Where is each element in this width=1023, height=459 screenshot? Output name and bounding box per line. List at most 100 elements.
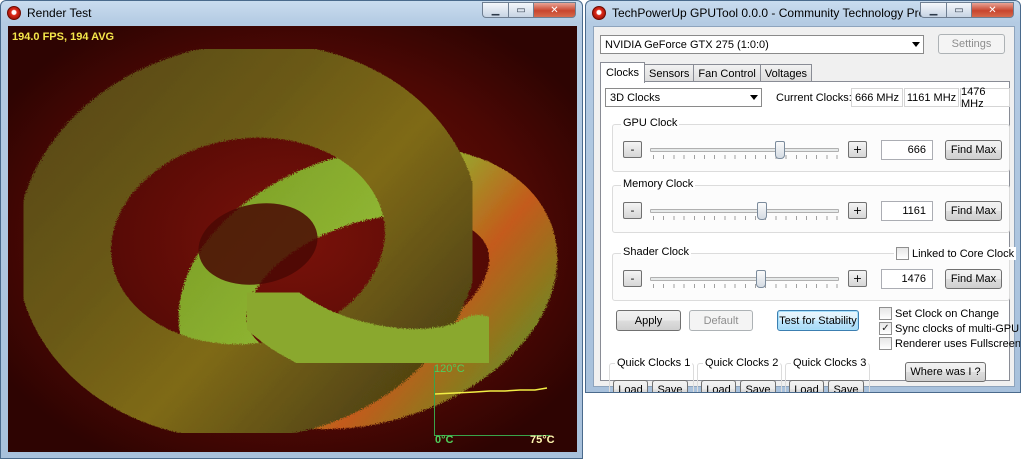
gpu-select-value: NVIDIA GeForce GTX 275 (1:0:0): [605, 38, 769, 51]
sync-multi-gpu-box: ✓: [879, 322, 892, 335]
temperature-graph: [434, 366, 550, 436]
close-button[interactable]: ✕: [971, 2, 1014, 18]
shader-clock-slider-track[interactable]: [650, 277, 839, 281]
maximize-button[interactable]: ▭: [508, 2, 533, 18]
quick-clocks-3-group: Quick Clocks 3 Load Save: [785, 357, 870, 392]
memory-clock-decrease-button[interactable]: -: [623, 202, 642, 219]
gpu-clock-slider-thumb[interactable]: [775, 141, 786, 159]
shader-clock-group: Shader Clock Linked to Core Clock - + 14…: [612, 246, 1017, 301]
quick-clocks-2-load-button[interactable]: Load: [701, 380, 736, 392]
minimize-button[interactable]: ▁: [482, 2, 508, 18]
renderer-fullscreen-label: Renderer uses Fullscreen: [895, 337, 1021, 350]
gpu-clock-decrease-button[interactable]: -: [623, 141, 642, 158]
gpu-clock-find-max-button[interactable]: Find Max: [945, 140, 1002, 160]
gputool-client: NVIDIA GeForce GTX 275 (1:0:0) Settings …: [593, 26, 1020, 392]
tab-sensors[interactable]: Sensors: [644, 64, 695, 82]
memory-clock-input[interactable]: 1161: [881, 201, 933, 221]
gpu-clock-slider-ticks: [653, 155, 838, 159]
where-was-i-button[interactable]: Where was I ?: [905, 362, 986, 382]
render-test-window: Render Test ▁ ▭ ✕ 194.0 FPS, 194 AVG 120…: [0, 0, 583, 459]
memory-clock-label: Memory Clock: [621, 178, 696, 190]
maximize-button[interactable]: ▭: [946, 2, 971, 18]
clock-mode-select[interactable]: 3D Clocks: [605, 88, 762, 107]
app-icon: [7, 6, 21, 20]
app-icon: [592, 6, 606, 20]
chevron-down-icon: [912, 42, 920, 47]
shader-clock-decrease-button[interactable]: -: [623, 270, 642, 287]
gpu-select[interactable]: NVIDIA GeForce GTX 275 (1:0:0): [600, 35, 924, 54]
gpu-clock-input[interactable]: 666: [881, 140, 933, 160]
fps-readout: 194.0 FPS, 194 AVG: [12, 31, 115, 43]
quick-clocks-2-save-button[interactable]: Save: [740, 380, 776, 392]
gpu-clock-slider-track[interactable]: [650, 148, 839, 152]
maximize-icon: ▭: [516, 4, 526, 16]
set-clock-on-change-box: [879, 307, 892, 320]
temperature-line: [434, 387, 548, 395]
quick-clocks-2-group: Quick Clocks 2 Load Save: [697, 357, 782, 392]
close-button[interactable]: ✕: [533, 2, 576, 18]
render-titlebar[interactable]: Render Test ▁ ▭ ✕: [1, 1, 582, 25]
temperature-line-chart: [434, 387, 548, 395]
memory-clock-slider-ticks: [653, 216, 838, 220]
quick-clocks-1-label: Quick Clocks 1: [615, 357, 693, 369]
renderer-fullscreen-box: [879, 337, 892, 350]
apply-button[interactable]: Apply: [616, 310, 681, 331]
test-stability-button[interactable]: Test for Stability: [777, 310, 859, 331]
gputool-titlebar[interactable]: TechPowerUp GPUTool 0.0.0 - Community Te…: [586, 1, 1020, 25]
set-clock-on-change-label: Set Clock on Change: [895, 307, 999, 320]
close-icon: ✕: [988, 4, 997, 16]
shader-clock-slider-thumb[interactable]: [755, 270, 766, 288]
renderer-fullscreen-checkbox[interactable]: Renderer uses Fullscreen: [879, 337, 1021, 350]
close-icon: ✕: [550, 4, 559, 16]
gpu-clock-group: GPU Clock - + 666 Find Max: [612, 117, 1010, 172]
memory-clock-slider-thumb[interactable]: [757, 202, 768, 220]
current-clocks-label: Current Clocks:: [776, 92, 852, 104]
sync-multi-gpu-label: Sync clocks of multi-GPU: [895, 322, 1020, 335]
gputool-window: TechPowerUp GPUTool 0.0.0 - Community Te…: [585, 0, 1021, 393]
linked-core-clock-label: Linked to Core Clock: [912, 247, 1015, 260]
quick-clocks-1-save-button[interactable]: Save: [652, 380, 688, 392]
gputool-window-title: TechPowerUp GPUTool 0.0.0 - Community Te…: [612, 6, 960, 20]
quick-clocks-2-label: Quick Clocks 2: [703, 357, 781, 369]
shader-clock-slider-ticks: [653, 284, 838, 288]
memory-clock-group: Memory Clock - + 1161 Find Max: [612, 178, 1010, 233]
quick-clocks-3-load-button[interactable]: Load: [789, 380, 824, 392]
shader-clock-input[interactable]: 1476: [881, 269, 933, 289]
linked-core-clock-box: [896, 247, 909, 260]
quick-clocks-1-load-button[interactable]: Load: [613, 380, 648, 392]
tab-fan-control[interactable]: Fan Control: [693, 64, 761, 82]
minimize-icon: ▁: [929, 4, 938, 16]
temp-current-label: 75°C: [530, 434, 555, 446]
tab-clocks[interactable]: Clocks: [600, 62, 646, 83]
maximize-icon: ▭: [954, 4, 964, 16]
temp-max-label: 120°C: [434, 363, 465, 375]
render-window-title: Render Test: [27, 6, 92, 20]
current-gpu-clock: 666 MHz: [851, 88, 903, 107]
tab-bar: Clocks Sensors Fan Control Voltages: [600, 62, 813, 83]
quick-clocks-1-group: Quick Clocks 1 Load Save: [609, 357, 694, 392]
minimize-button[interactable]: ▁: [920, 2, 946, 18]
quick-clocks-3-label: Quick Clocks 3: [791, 357, 869, 369]
memory-clock-find-max-button[interactable]: Find Max: [945, 201, 1002, 221]
chevron-down-icon: [750, 95, 758, 100]
sync-multi-gpu-checkbox[interactable]: ✓ Sync clocks of multi-GPU: [879, 322, 1019, 335]
default-button[interactable]: Default: [689, 310, 753, 331]
shader-clock-find-max-button[interactable]: Find Max: [945, 269, 1002, 289]
tab-voltages[interactable]: Voltages: [759, 64, 813, 82]
set-clock-on-change-checkbox[interactable]: Set Clock on Change: [879, 307, 999, 320]
linked-core-clock-checkbox[interactable]: Linked to Core Clock: [894, 247, 1017, 260]
gpu-clock-increase-button[interactable]: +: [848, 141, 867, 158]
clocks-panel: 3D Clocks Current Clocks: 666 MHz 1161 M…: [600, 81, 1020, 392]
current-shader-clock: 1476 MHz: [960, 86, 1010, 110]
render-viewport: 194.0 FPS, 194 AVG 120°C 0°C 75°C: [8, 26, 577, 452]
settings-button[interactable]: Settings: [938, 34, 1005, 54]
minimize-icon: ▁: [491, 4, 500, 16]
current-memory-clock: 1161 MHz: [904, 88, 959, 107]
gpu-clock-label: GPU Clock: [621, 117, 680, 129]
quick-clocks-3-save-button[interactable]: Save: [828, 380, 864, 392]
shader-clock-label: Shader Clock: [621, 246, 692, 258]
shader-clock-increase-button[interactable]: +: [848, 270, 867, 287]
clock-mode-value: 3D Clocks: [610, 91, 661, 104]
memory-clock-slider-track[interactable]: [650, 209, 839, 213]
memory-clock-increase-button[interactable]: +: [848, 202, 867, 219]
